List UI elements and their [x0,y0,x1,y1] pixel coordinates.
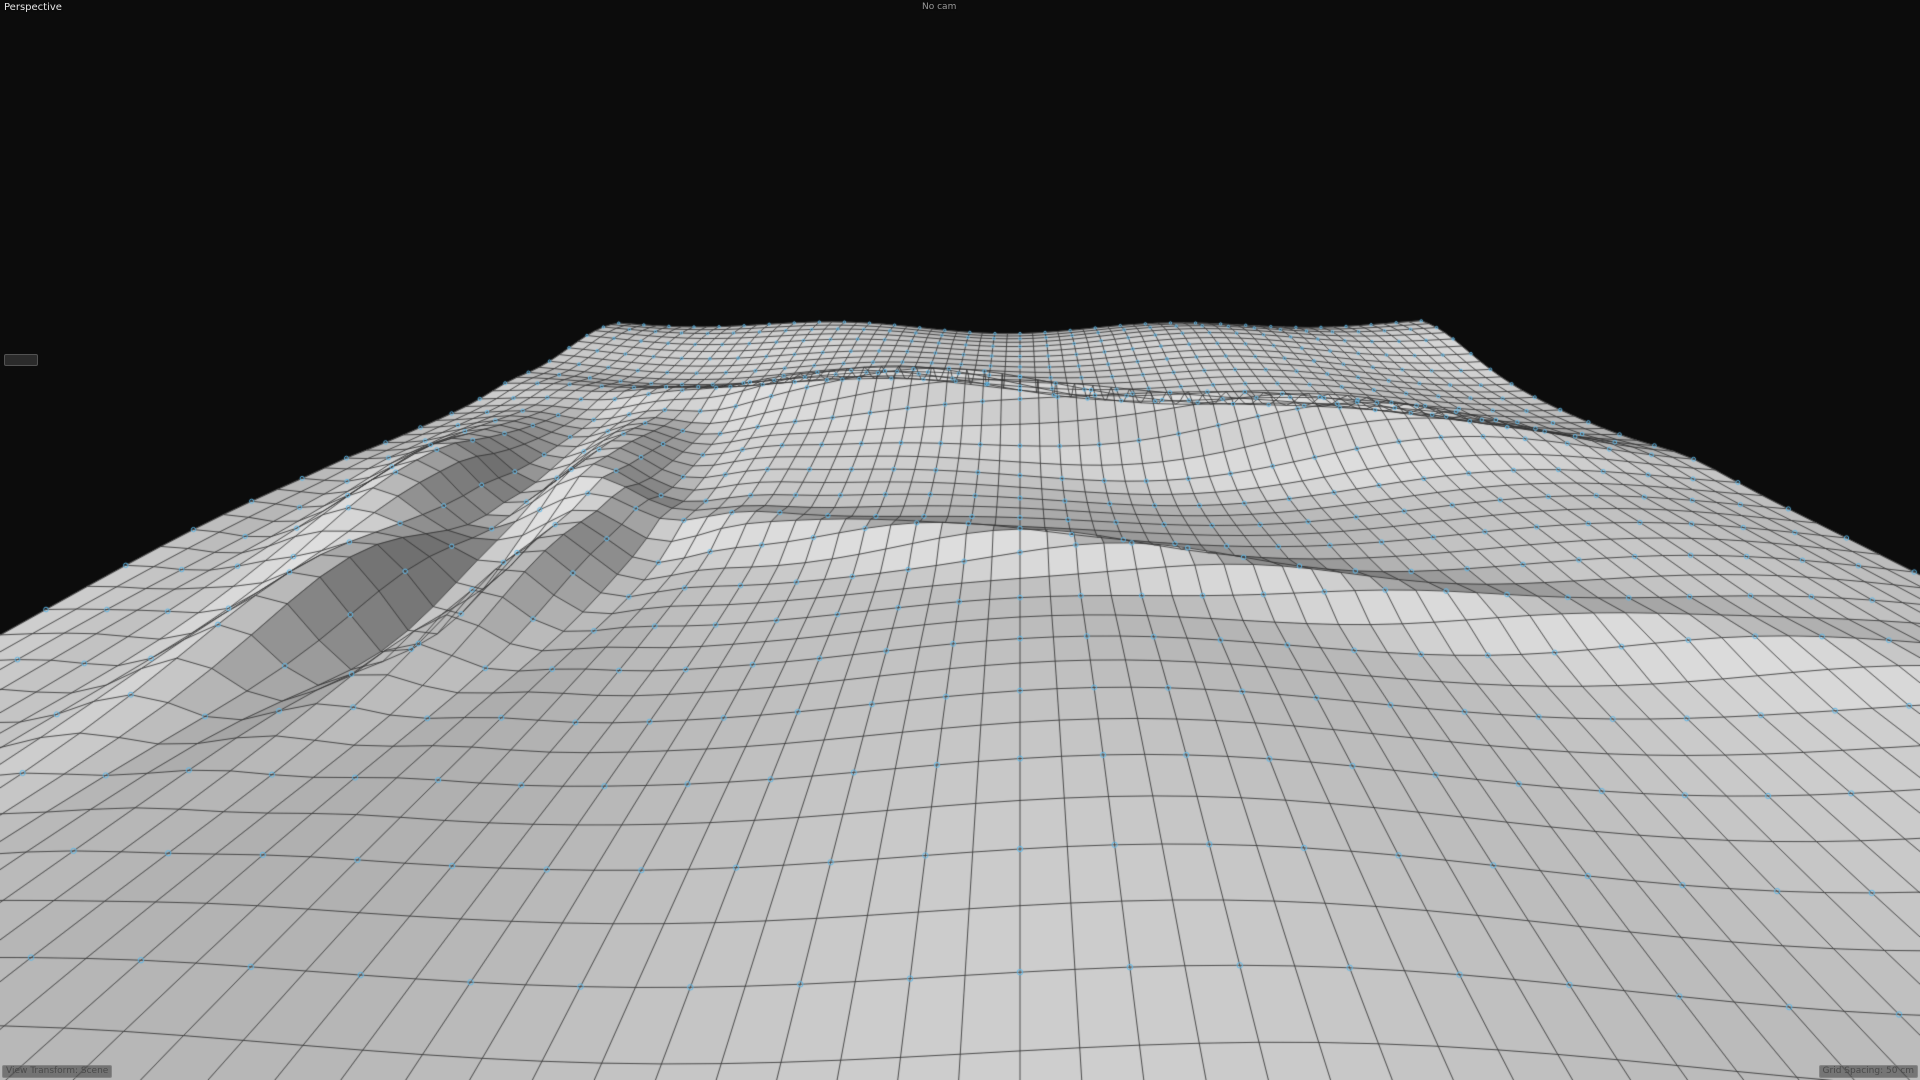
cloth-surface-mesh[interactable] [0,0,1920,1080]
view-name-label[interactable]: Perspective [4,2,62,14]
camera-menu-label[interactable]: No cam [922,1,956,13]
3d-viewport[interactable]: Perspective No cam View Transform: Scene… [0,0,1920,1080]
grid-spacing-indicator: Grid Spacing: 50 cm [1818,1065,1918,1078]
view-transform-indicator[interactable]: View Transform: Scene [2,1065,113,1078]
viewport-side-tab[interactable] [4,354,38,366]
